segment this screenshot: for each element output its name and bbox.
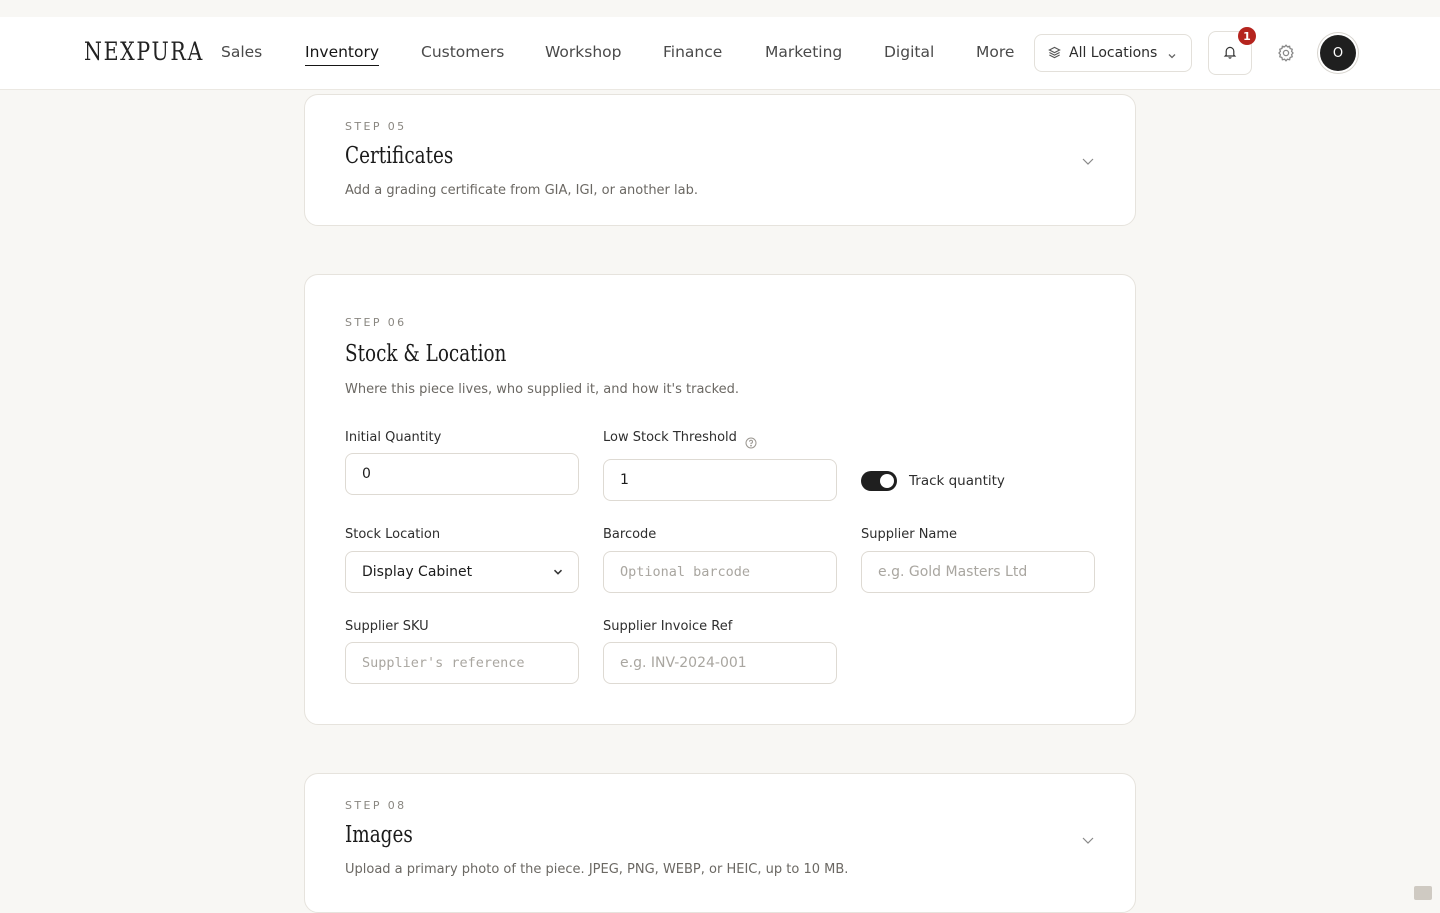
certificates-section: STEP 05 Certificates Add a grading certi…: [304, 94, 1136, 226]
top-navigation-bar: NEXPURA Sales Inventory Customers Worksh…: [0, 17, 1440, 90]
section-title: Stock & Location: [345, 341, 507, 367]
nav-item-marketing[interactable]: Marketing: [765, 43, 842, 61]
settings-button[interactable]: [1274, 41, 1298, 65]
track-quantity-toggle[interactable]: [861, 471, 897, 491]
help-circle-icon[interactable]: [745, 434, 757, 449]
nav-item-workshop[interactable]: Workshop: [545, 43, 621, 61]
stock-location-label: Stock Location: [345, 527, 441, 542]
chevron-down-icon[interactable]: [1081, 153, 1095, 167]
toggle-knob: [880, 474, 894, 488]
layers-icon: [1048, 44, 1061, 63]
nav-item-digital[interactable]: Digital: [884, 43, 934, 61]
supplier-name-label: Supplier Name: [861, 527, 958, 542]
brand-logo[interactable]: NEXPURA: [84, 37, 204, 66]
step-label: STEP 08: [345, 799, 407, 812]
stock-location-section: STEP 06 Stock & Location Where this piec…: [304, 274, 1136, 725]
nav-item-finance[interactable]: Finance: [663, 43, 722, 61]
scroll-corner-handle[interactable]: [1414, 886, 1432, 900]
supplier-sku-label: Supplier SKU: [345, 619, 429, 634]
chevron-down-icon: [552, 566, 564, 582]
notification-count-badge: 1: [1238, 27, 1256, 45]
barcode-input[interactable]: Optional barcode: [603, 551, 837, 593]
supplier-sku-input[interactable]: Supplier's reference: [345, 642, 579, 684]
stock-location-value: Display Cabinet: [362, 564, 473, 580]
nav-item-sales[interactable]: Sales: [221, 43, 262, 61]
low-stock-threshold-label: Low Stock Threshold: [603, 430, 737, 445]
initial-quantity-label: Initial Quantity: [345, 430, 442, 445]
location-select[interactable]: All Locations: [1034, 34, 1192, 72]
location-select-label: All Locations: [1069, 45, 1158, 61]
section-description: Add a grading certificate from GIA, IGI,…: [345, 183, 698, 198]
user-avatar[interactable]: O: [1320, 35, 1356, 71]
gear-icon: [1274, 44, 1298, 69]
nav-item-inventory[interactable]: Inventory: [305, 43, 380, 66]
supplier-invoice-input[interactable]: e.g. INV-2024-001: [603, 642, 837, 684]
section-description: Where this piece lives, who supplied it,…: [345, 382, 740, 397]
barcode-label: Barcode: [603, 527, 657, 542]
stock-location-select[interactable]: Display Cabinet: [345, 551, 579, 593]
low-stock-threshold-input[interactable]: 1: [603, 459, 837, 501]
chevron-down-icon: [1167, 46, 1177, 65]
nav-item-customers[interactable]: Customers: [421, 43, 504, 61]
chevron-down-icon[interactable]: [1081, 832, 1095, 846]
track-quantity-label: Track quantity: [909, 473, 1005, 489]
supplier-name-input[interactable]: e.g. Gold Masters Ltd: [861, 551, 1095, 593]
nav-item-more[interactable]: More: [976, 43, 1014, 61]
bell-icon: [1223, 44, 1237, 63]
section-description: Upload a primary photo of the piece. JPE…: [345, 862, 849, 877]
top-strip: [0, 0, 1440, 17]
initial-quantity-input[interactable]: 0: [345, 453, 579, 495]
images-section: STEP 08 Images Upload a primary photo of…: [304, 773, 1136, 913]
supplier-invoice-label: Supplier Invoice Ref: [603, 619, 733, 634]
step-label: STEP 06: [345, 316, 407, 329]
section-title: Images: [345, 822, 413, 848]
section-title: Certificates: [345, 143, 454, 169]
step-label: STEP 05: [345, 120, 407, 133]
